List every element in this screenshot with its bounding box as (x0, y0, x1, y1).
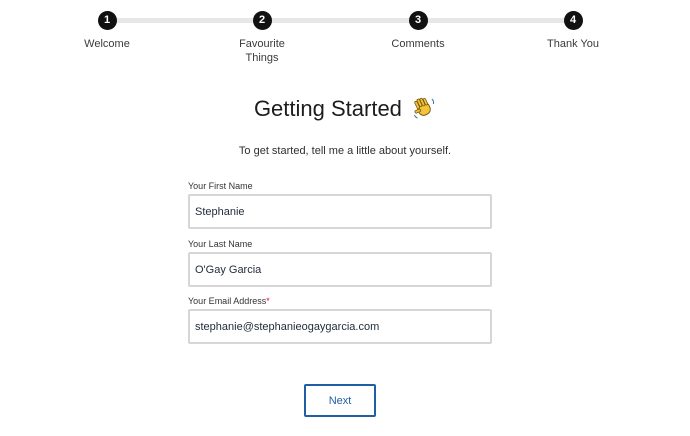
first-name-label: Your First Name (188, 181, 253, 191)
stepper-track (107, 18, 573, 23)
last-name-input[interactable] (188, 252, 492, 287)
step-label: Thank You (547, 38, 599, 50)
first-name-field: Your First Name (188, 181, 492, 229)
step-thank-you[interactable]: 4 Thank You (513, 11, 633, 51)
progress-stepper: 1 Welcome 2 Favourite Things 3 Comments … (0, 0, 690, 70)
first-name-input[interactable] (188, 194, 492, 229)
survey-page: 1 Welcome 2 Favourite Things 3 Comments … (0, 0, 690, 436)
email-field: Your Email Address* (188, 296, 492, 344)
page-title: Getting Started (0, 94, 690, 128)
step-number: 2 (252, 11, 272, 30)
email-label-text: Your Email Address (188, 296, 267, 306)
last-name-label: Your Last Name (188, 239, 253, 249)
step-label: Comments (391, 38, 445, 50)
step-number: 4 (563, 11, 583, 30)
step-number: 1 (97, 11, 117, 30)
last-name-field: Your Last Name (188, 239, 492, 287)
next-button[interactable]: Next (304, 384, 376, 417)
required-mark: * (266, 296, 270, 306)
step-favourite-things[interactable]: 2 Favourite Things (202, 11, 322, 65)
step-label: Welcome (84, 38, 130, 50)
email-label: Your Email Address* (188, 296, 492, 307)
email-input[interactable] (188, 309, 492, 344)
step-welcome[interactable]: 1 Welcome (47, 11, 167, 51)
step-number: 3 (408, 11, 428, 30)
step-comments[interactable]: 3 Comments (358, 11, 478, 51)
step-label: Favourite Things (239, 38, 285, 64)
page-subtitle: To get started, tell me a little about y… (238, 145, 452, 157)
waving-hand-icon (412, 96, 436, 128)
page-title-text: Getting Started (253, 96, 402, 121)
